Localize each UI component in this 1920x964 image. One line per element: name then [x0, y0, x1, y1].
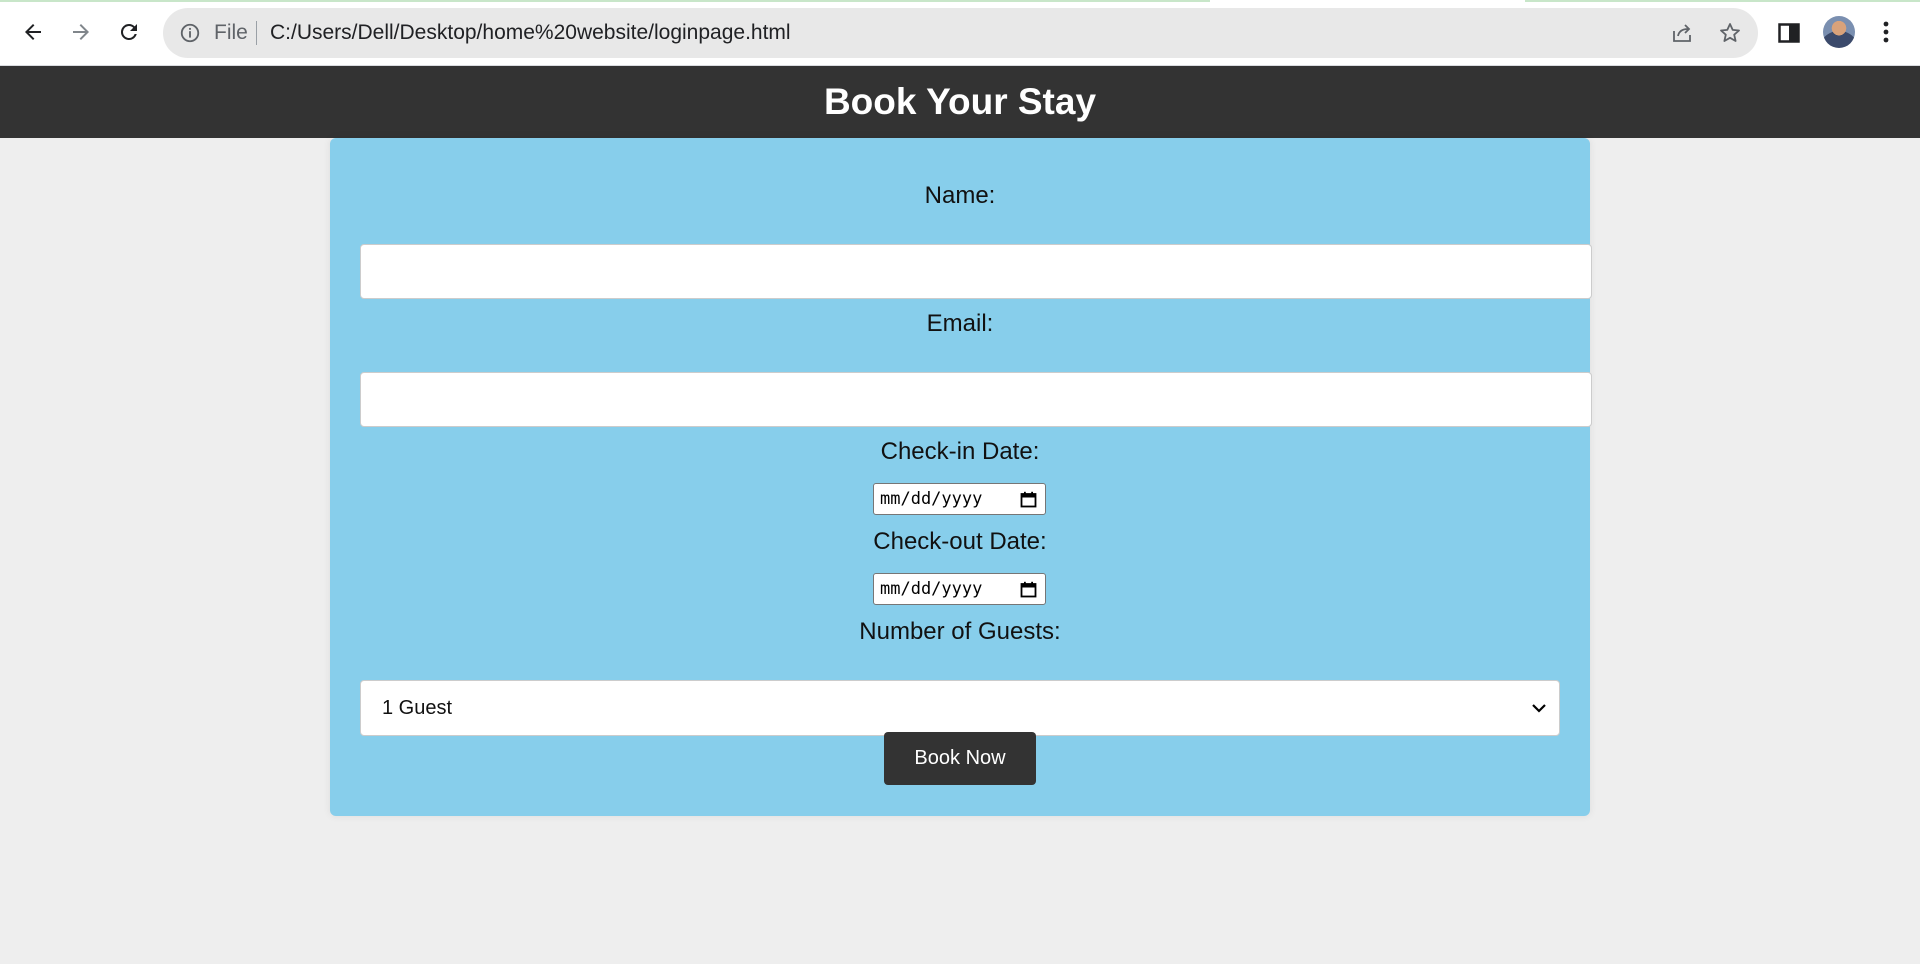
forward-arrow-icon [73, 24, 89, 40]
share-icon[interactable] [1670, 21, 1694, 45]
address-bar[interactable]: File C:/Users/Dell/Desktop/home%20websit… [163, 8, 1758, 58]
reload-icon [120, 23, 137, 40]
checkout-date-input[interactable]: mm/dd/yyyy [873, 573, 1046, 605]
side-panel-icon[interactable] [1778, 22, 1800, 44]
checkin-date-input[interactable]: mm/dd/yyyy [873, 483, 1046, 515]
avatar[interactable] [1823, 16, 1855, 48]
page-load-indicator [0, 0, 1210, 2]
checkout-label: Check-out Date: [873, 528, 1047, 555]
omnibox-separator [256, 21, 257, 45]
email-field[interactable] [360, 372, 1592, 427]
guests-selected-value: 1 Guest [382, 696, 453, 719]
page-load-indicator-tail [1525, 0, 1920, 2]
calendar-icon[interactable] [1020, 491, 1037, 508]
name-label: Name: [924, 182, 996, 209]
info-icon[interactable] [179, 22, 201, 44]
star-icon[interactable] [1718, 21, 1742, 45]
kebab-menu-icon[interactable] [1876, 20, 1896, 44]
checkout-date-value: mm/dd/yyyy [880, 579, 983, 599]
booking-form: Name: Email: Check-in Date: mm/dd/yyyy C… [330, 138, 1592, 816]
back-button[interactable] [15, 14, 51, 50]
guests-label: Number of Guests: [859, 618, 1061, 645]
forward-button[interactable] [63, 14, 99, 50]
checkin-date-value: mm/dd/yyyy [880, 489, 983, 509]
url-text[interactable]: C:/Users/Dell/Desktop/home%20website/log… [270, 21, 791, 45]
page-body: Book Your Stay Name: Email: Check-in Dat… [0, 66, 1920, 964]
browser-toolbar: File C:/Users/Dell/Desktop/home%20websit… [0, 0, 1920, 66]
book-now-button[interactable]: Book Now [884, 732, 1036, 785]
name-field[interactable] [360, 244, 1592, 299]
page-header: Book Your Stay [0, 66, 1920, 138]
page-title: Book Your Stay [823, 81, 1097, 122]
email-label: Email: [926, 310, 994, 337]
chevron-down-icon [1532, 704, 1546, 713]
url-scheme-label: File [214, 21, 248, 44]
back-arrow-icon [25, 24, 41, 40]
guests-select[interactable]: 1 Guest [360, 680, 1560, 736]
checkin-label: Check-in Date: [880, 438, 1040, 465]
reload-button[interactable] [111, 14, 147, 50]
calendar-icon[interactable] [1020, 581, 1037, 598]
